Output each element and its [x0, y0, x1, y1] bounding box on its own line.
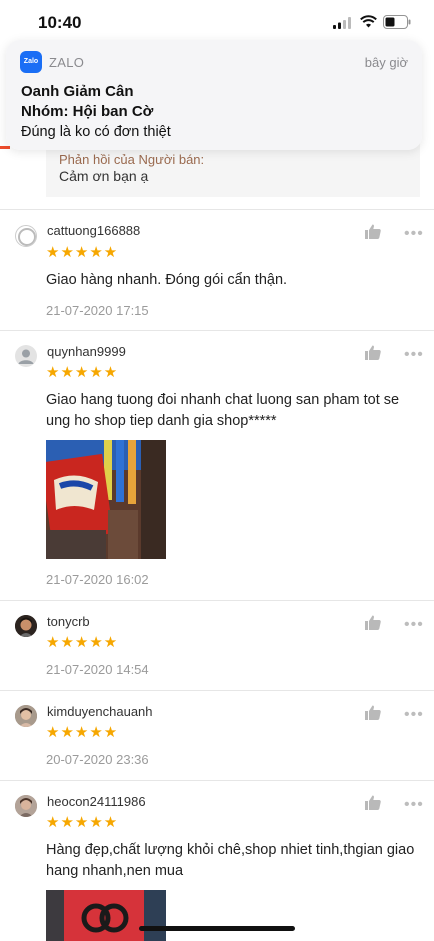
review-username[interactable]: quynhan9999	[47, 344, 126, 359]
accent-edge	[0, 146, 10, 149]
review-photo[interactable]	[46, 440, 166, 559]
review-username[interactable]: heocon24111986	[47, 794, 146, 809]
star-rating: ★★★★★	[46, 634, 119, 651]
avatar[interactable]	[15, 705, 37, 727]
review-text: Giao hang tuong đoi nhanh chat luong san…	[46, 392, 400, 429]
more-dots-icon[interactable]: •••	[404, 707, 424, 723]
avatar[interactable]	[15, 615, 37, 637]
wifi-icon	[360, 15, 377, 28]
review-item: quynhan9999 ★★★★★ ••• Giao hang tuong đo…	[0, 330, 434, 600]
review-date: 21-07-2020 17:15	[46, 303, 149, 318]
star-rating: ★★★★★	[46, 814, 119, 831]
review-date: 20-07-2020 23:36	[46, 752, 149, 767]
seller-reply-label: Phản hồi của Người bán:	[59, 152, 205, 167]
thumbs-up-icon[interactable]	[365, 615, 381, 630]
review-username[interactable]: tonycrb	[47, 614, 90, 629]
notification-subtitle: Nhóm: Hội ban Cờ	[21, 103, 154, 120]
star-rating: ★★★★★	[46, 724, 119, 741]
status-time: 10:40	[38, 13, 82, 32]
review-username[interactable]: cattuong166888	[47, 223, 140, 238]
home-indicator[interactable]	[139, 926, 295, 931]
star-rating: ★★★★★	[46, 244, 119, 261]
more-dots-icon[interactable]: •••	[404, 347, 424, 363]
notification-banner[interactable]: Zalo ZALO bây giờ Oanh Giảm Cân Nhóm: Hộ…	[6, 40, 422, 150]
review-photo[interactable]	[46, 890, 166, 941]
avatar[interactable]	[15, 225, 37, 247]
more-dots-icon[interactable]: •••	[404, 797, 424, 813]
star-rating: ★★★★★	[46, 364, 119, 381]
thumbs-up-icon[interactable]	[365, 345, 381, 360]
thumbs-up-icon[interactable]	[365, 705, 381, 720]
thumbs-up-icon[interactable]	[365, 224, 381, 239]
notification-message: Đúng là ko có đơn thiệt	[21, 124, 171, 140]
review-item: heocon24111986 ★★★★★ ••• Hàng đẹp,chất l…	[0, 780, 434, 941]
more-dots-icon[interactable]: •••	[404, 226, 424, 242]
status-bar: 10:40	[0, 0, 434, 44]
review-item: kimduyenchauanh ★★★★★ ••• 20-07-2020 23:…	[0, 690, 434, 780]
battery-icon	[383, 15, 411, 29]
avatar[interactable]	[15, 345, 37, 367]
review-item: cattuong166888 ★★★★★ ••• Giao hàng nhanh…	[0, 209, 434, 330]
review-text: Giao hàng nhanh. Đóng gói cẩn thận.	[46, 272, 288, 288]
seller-reply-text: Cảm ơn bạn ạ	[59, 168, 149, 184]
thumbs-up-icon[interactable]	[365, 795, 381, 810]
review-date: 21-07-2020 14:54	[46, 662, 149, 677]
more-dots-icon[interactable]: •••	[404, 617, 424, 633]
notification-time: bây giờ	[364, 55, 408, 70]
zalo-app-icon: Zalo	[20, 51, 42, 73]
notification-title: Oanh Giảm Cân	[21, 83, 134, 100]
review-text: Hàng đẹp,chất lượng khỏi chê,shop nhiet …	[46, 842, 415, 879]
review-date: 21-07-2020 16:02	[46, 572, 149, 587]
notification-app-name: ZALO	[49, 55, 85, 70]
review-item: tonycrb ★★★★★ ••• 21-07-2020 14:54	[0, 600, 434, 690]
review-username[interactable]: kimduyenchauanh	[47, 704, 153, 719]
avatar[interactable]	[15, 795, 37, 817]
cellular-signal-icon	[333, 17, 351, 29]
